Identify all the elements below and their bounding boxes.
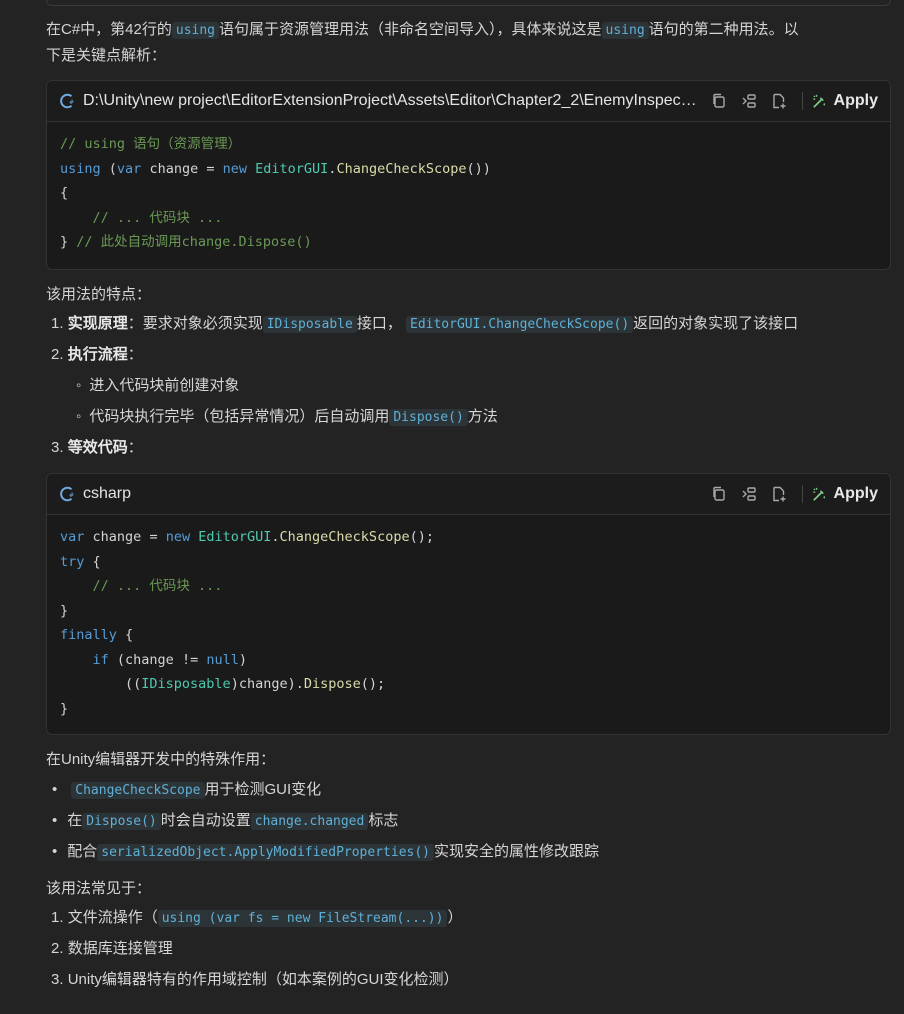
- code-block-header: # D:\Unity\new project\EditorExtensionPr…: [47, 81, 890, 122]
- csharp-icon: #: [60, 486, 74, 502]
- code-line: // ... 代码块 ...: [60, 209, 223, 226]
- sub-list-item: ◦ 进入代码块前创建对象: [76, 377, 240, 394]
- inline-code: using: [601, 22, 649, 39]
- code-line: // ... 代码块 ...: [60, 578, 223, 594]
- magic-wand-icon: [812, 94, 825, 108]
- apply-button[interactable]: Apply: [811, 92, 878, 110]
- features-heading: 该用法的特点：: [46, 286, 152, 303]
- intro-paragraph: 在C#中，第42行的 using 语句属于资源管理用法（非命名空间导入），具体来说这…: [46, 21, 799, 64]
- code-file-path: D:\Unity\new project\EditorExtensionProj…: [83, 92, 698, 109]
- list-item: 2. 数据库连接管理: [51, 940, 173, 957]
- inline-code: ChangeCheckScope: [71, 782, 205, 799]
- code-language: csharp: [83, 485, 132, 502]
- code-line: using (var change = new EditorGUI.Change…: [60, 160, 491, 177]
- previous-block-border: [46, 0, 891, 6]
- bullet-item: • 在 Dispose() 时会自动设置 change.changed 标志: [52, 812, 399, 830]
- code-line: }: [60, 602, 69, 619]
- code-line: } // 此处自动调用change.Dispose(): [60, 234, 312, 250]
- new-file-icon[interactable]: [770, 92, 788, 110]
- inline-code: serializedObject.ApplyModifiedProperties…: [97, 844, 435, 861]
- bullet-item: • 配合 serializedObject.ApplyModifiedPropert…: [52, 843, 600, 861]
- list-item: 3. 等效代码：: [51, 439, 143, 456]
- inline-code: using: [171, 22, 220, 39]
- insert-code-icon[interactable]: [740, 92, 758, 110]
- code-line: {: [60, 185, 69, 201]
- code-block-header: # csharp Apply: [47, 474, 890, 515]
- bullet-item: • ChangeCheckScope 用于检测GUI变化: [52, 781, 322, 799]
- code-line: finally {: [60, 627, 134, 643]
- svg-text:#: #: [69, 492, 74, 499]
- code-content: // using 语句（资源管理） using (var change = new…: [47, 122, 890, 265]
- svg-text:#: #: [69, 99, 74, 106]
- list-item: 1. 文件流操作（ using (var fs = new FileStream(…: [51, 909, 463, 927]
- sub-list-item: ◦ 代码块执行完毕（包括异常情况）后自动调用 Dispose() 方法: [76, 408, 498, 426]
- code-line: var change = new EditorGUI.ChangeCheckSc…: [60, 529, 434, 545]
- inline-code: change.changed: [250, 813, 369, 830]
- header-divider: [801, 485, 803, 503]
- copy-icon[interactable]: [710, 485, 728, 503]
- new-file-icon[interactable]: [770, 485, 788, 503]
- list-item: 1. 实现原理：要求对象必须实现 IDisposable 接口， EditorGUI…: [51, 315, 799, 333]
- inline-code: Dispose(): [82, 813, 161, 830]
- code-line: if (change != null): [92, 651, 247, 668]
- inline-code: IDisposable: [262, 316, 357, 333]
- list-item: 2. 执行流程：: [51, 346, 143, 363]
- apply-button[interactable]: Apply: [811, 485, 878, 503]
- csharp-icon: #: [60, 93, 74, 109]
- insert-code-icon[interactable]: [740, 485, 758, 503]
- code-line: // using 语句（资源管理）: [60, 136, 242, 152]
- list-item: 3. Unity编辑器特有的作用域控制（如本案例的GUI变化检测）: [51, 971, 459, 988]
- magic-wand-icon: [812, 487, 825, 501]
- inline-code: using (var fs = new FileStream(...)): [157, 910, 448, 927]
- code-line: }: [60, 700, 69, 717]
- unity-heading: 在Unity编辑器开发中的特殊作用：: [46, 751, 276, 768]
- inline-code: Dispose(): [389, 409, 468, 426]
- code-block-csharp: # csharp Apply var change = new EditorGU…: [46, 473, 891, 735]
- code-content: var change = new EditorGUI.ChangeCheckSc…: [47, 515, 890, 731]
- code-line: ((IDisposable)change).Dispose();: [60, 676, 386, 692]
- code-block-file: # D:\Unity\new project\EditorExtensionPr…: [46, 80, 891, 270]
- code-line: try {: [60, 553, 101, 570]
- inline-code: EditorGUI.ChangeCheckScope(): [406, 316, 634, 333]
- common-heading: 该用法常见于：: [46, 880, 152, 897]
- header-divider: [801, 92, 803, 110]
- copy-icon[interactable]: [710, 92, 728, 110]
